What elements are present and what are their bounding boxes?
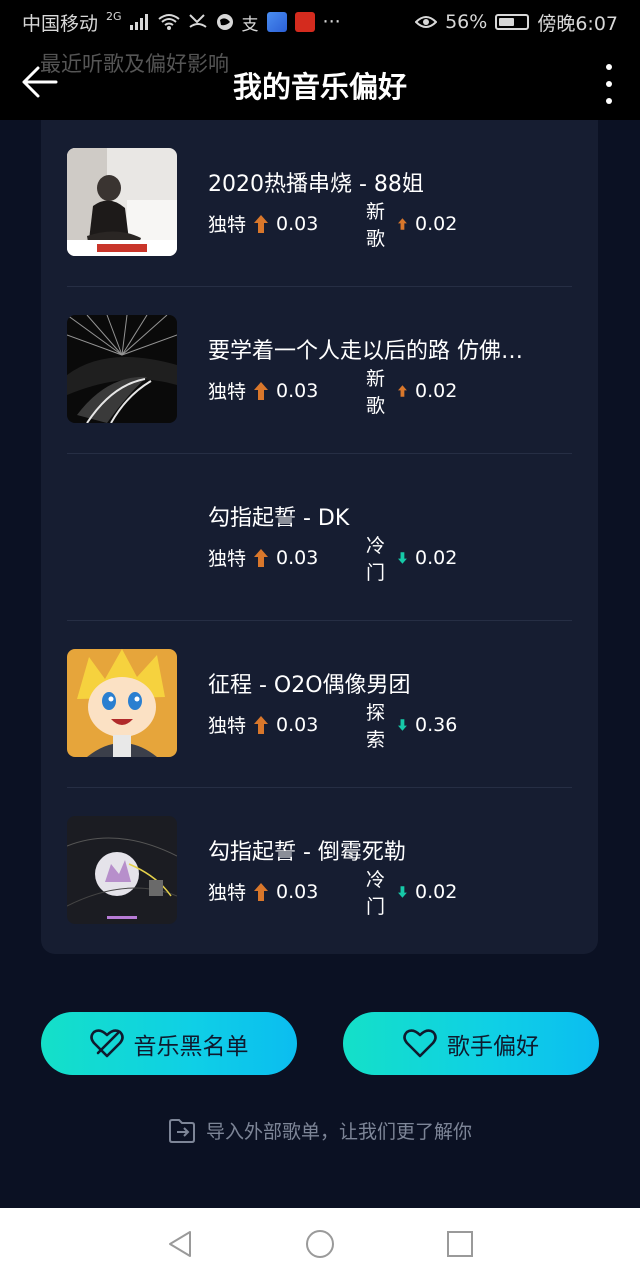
clock: 傍晚6:07 xyxy=(537,12,618,35)
blacklist-label: 音乐黑名单 xyxy=(133,1033,249,1060)
arrow-up-icon xyxy=(398,384,408,397)
tag-value: 0.02 xyxy=(415,212,458,235)
arrow-up-icon xyxy=(254,548,269,567)
wifi-icon xyxy=(157,14,180,30)
singer-preference-button[interactable]: 歌手偏好 xyxy=(343,1012,599,1075)
battery-icon xyxy=(495,14,530,30)
song-list-card: 2020热播串烧 - 88姐 独特 0.03 新歌 0.02 要学着一个人走以后的路 仿佛… xyxy=(41,120,598,954)
missed-call-icon xyxy=(188,14,207,28)
tag-secondary: 冷门 0.02 xyxy=(366,865,457,919)
tag-value: 0.03 xyxy=(276,713,319,736)
tag-value: 0.03 xyxy=(276,880,319,903)
album-cover-image xyxy=(67,482,177,590)
browser-icon xyxy=(216,14,233,30)
preference-tags: 独特 0.03 新歌 0.02 xyxy=(208,201,457,250)
preference-tags: 独特 0.03 冷门 0.02 xyxy=(208,869,457,918)
tag-unique: 独特 0.03 xyxy=(208,210,318,237)
alipay-icon: 支 xyxy=(241,14,259,35)
tag-label: 冷门 xyxy=(366,534,386,584)
tag-label: 独特 xyxy=(208,548,247,570)
import-playlist-label: 导入外部歌单，让我们更了解你 xyxy=(205,1121,472,1143)
song-list-item[interactable]: 2020热播串烧 - 88姐 独特 0.03 新歌 0.02 xyxy=(67,120,572,287)
square-recents-icon xyxy=(447,1231,473,1257)
tag-label: 独特 xyxy=(208,381,247,403)
song-title: 征程 - O2O偶像男团 xyxy=(208,673,411,698)
song-list-item[interactable]: 勾指起誓 - 倒霉死勒 独特 0.03 冷门 0.02 xyxy=(67,788,572,955)
tag-value: 0.02 xyxy=(415,880,458,903)
arrow-down-icon xyxy=(398,551,408,564)
album-cover-image xyxy=(67,816,177,924)
tag-secondary: 新歌 0.02 xyxy=(366,197,457,251)
song-list-item[interactable]: 征程 - O2O偶像男团 独特 0.03 探索 0.36 xyxy=(67,621,572,788)
page-title: 我的音乐偏好 xyxy=(232,70,407,104)
tag-label: 冷门 xyxy=(366,868,386,918)
album-cover-image xyxy=(67,649,177,757)
tag-unique: 独特 0.03 xyxy=(208,377,318,404)
tag-label: 独特 xyxy=(208,214,247,236)
arrow-up-icon xyxy=(254,882,269,901)
circle-home-icon xyxy=(306,1230,334,1258)
more-notifications-icon: ··· xyxy=(322,11,341,33)
arrow-up-icon xyxy=(254,214,269,233)
folder-import-icon xyxy=(168,1118,195,1143)
arrow-down-icon xyxy=(398,885,408,898)
more-dot-icon xyxy=(606,81,612,87)
tag-label: 独特 xyxy=(208,882,247,904)
tag-label: 探索 xyxy=(366,701,386,751)
battery-percent: 56% xyxy=(445,11,488,33)
arrow-down-icon xyxy=(398,718,408,731)
app-notification-icon xyxy=(266,12,287,32)
triangle-back-icon xyxy=(169,1231,191,1257)
preference-tags: 独特 0.03 探索 0.36 xyxy=(208,702,457,751)
tag-label: 独特 xyxy=(208,715,247,737)
import-playlist-link[interactable]: 导入外部歌单，让我们更了解你 xyxy=(0,1117,640,1144)
nav-recents-button[interactable] xyxy=(440,1224,480,1264)
carrier-label: 中国移动 xyxy=(22,12,99,35)
signal-icon: 2G xyxy=(106,9,122,23)
song-title: 要学着一个人走以后的路 仿佛… xyxy=(208,339,523,364)
arrow-up-icon xyxy=(398,217,408,230)
status-bar: 中国移动 2G 支 ··· 56% 傍晚6:07 xyxy=(0,0,640,44)
blacklist-button[interactable]: 音乐黑名单 xyxy=(41,1012,297,1075)
tag-value: 0.02 xyxy=(415,546,458,569)
header: 最近听歌及偏好影响 我的音乐偏好 xyxy=(0,44,640,120)
nav-back-button[interactable] xyxy=(160,1224,200,1264)
more-dot-icon xyxy=(606,64,612,70)
song-title: 2020热播串烧 - 88姐 xyxy=(208,172,424,197)
signal-bars-icon xyxy=(129,14,148,30)
tag-unique: 独特 0.03 xyxy=(208,711,318,738)
album-cover-image xyxy=(67,315,177,423)
heart-slash-icon xyxy=(89,1028,124,1057)
heart-icon xyxy=(403,1028,437,1057)
more-dot-icon xyxy=(606,98,612,104)
tag-value: 0.36 xyxy=(415,713,458,736)
tag-value: 0.02 xyxy=(415,379,458,402)
more-options-button[interactable] xyxy=(602,64,616,104)
nav-home-button[interactable] xyxy=(300,1224,340,1264)
singer-preference-label: 歌手偏好 xyxy=(447,1033,539,1060)
tag-secondary: 探索 0.36 xyxy=(366,698,457,752)
tag-secondary: 新歌 0.02 xyxy=(366,364,457,418)
tag-unique: 独特 0.03 xyxy=(208,544,318,571)
song-title: 勾指起誓 - 倒霉死勒 xyxy=(208,840,406,865)
tag-value: 0.03 xyxy=(276,546,319,569)
song-title: 勾指起誓 - DK xyxy=(208,506,350,531)
tag-unique: 独特 0.03 xyxy=(208,878,318,905)
song-list-item[interactable]: 要学着一个人走以后的路 仿佛… 独特 0.03 新歌 0.02 xyxy=(67,287,572,454)
tag-label: 新歌 xyxy=(366,200,386,250)
arrow-up-icon xyxy=(254,381,269,400)
arrow-up-icon xyxy=(254,715,269,734)
system-nav-bar xyxy=(0,1208,640,1280)
tag-value: 0.03 xyxy=(276,212,319,235)
tag-value: 0.03 xyxy=(276,379,319,402)
preference-tags: 独特 0.03 冷门 0.02 xyxy=(208,535,457,584)
tag-label: 新歌 xyxy=(366,367,386,417)
news-app-icon xyxy=(294,12,315,32)
tag-secondary: 冷门 0.02 xyxy=(366,531,457,585)
album-cover-image xyxy=(67,148,177,256)
eye-icon xyxy=(415,16,438,28)
song-list-item[interactable]: 勾指起誓 - DK 独特 0.03 冷门 0.02 xyxy=(67,454,572,621)
preference-tags: 独特 0.03 新歌 0.02 xyxy=(208,368,457,417)
